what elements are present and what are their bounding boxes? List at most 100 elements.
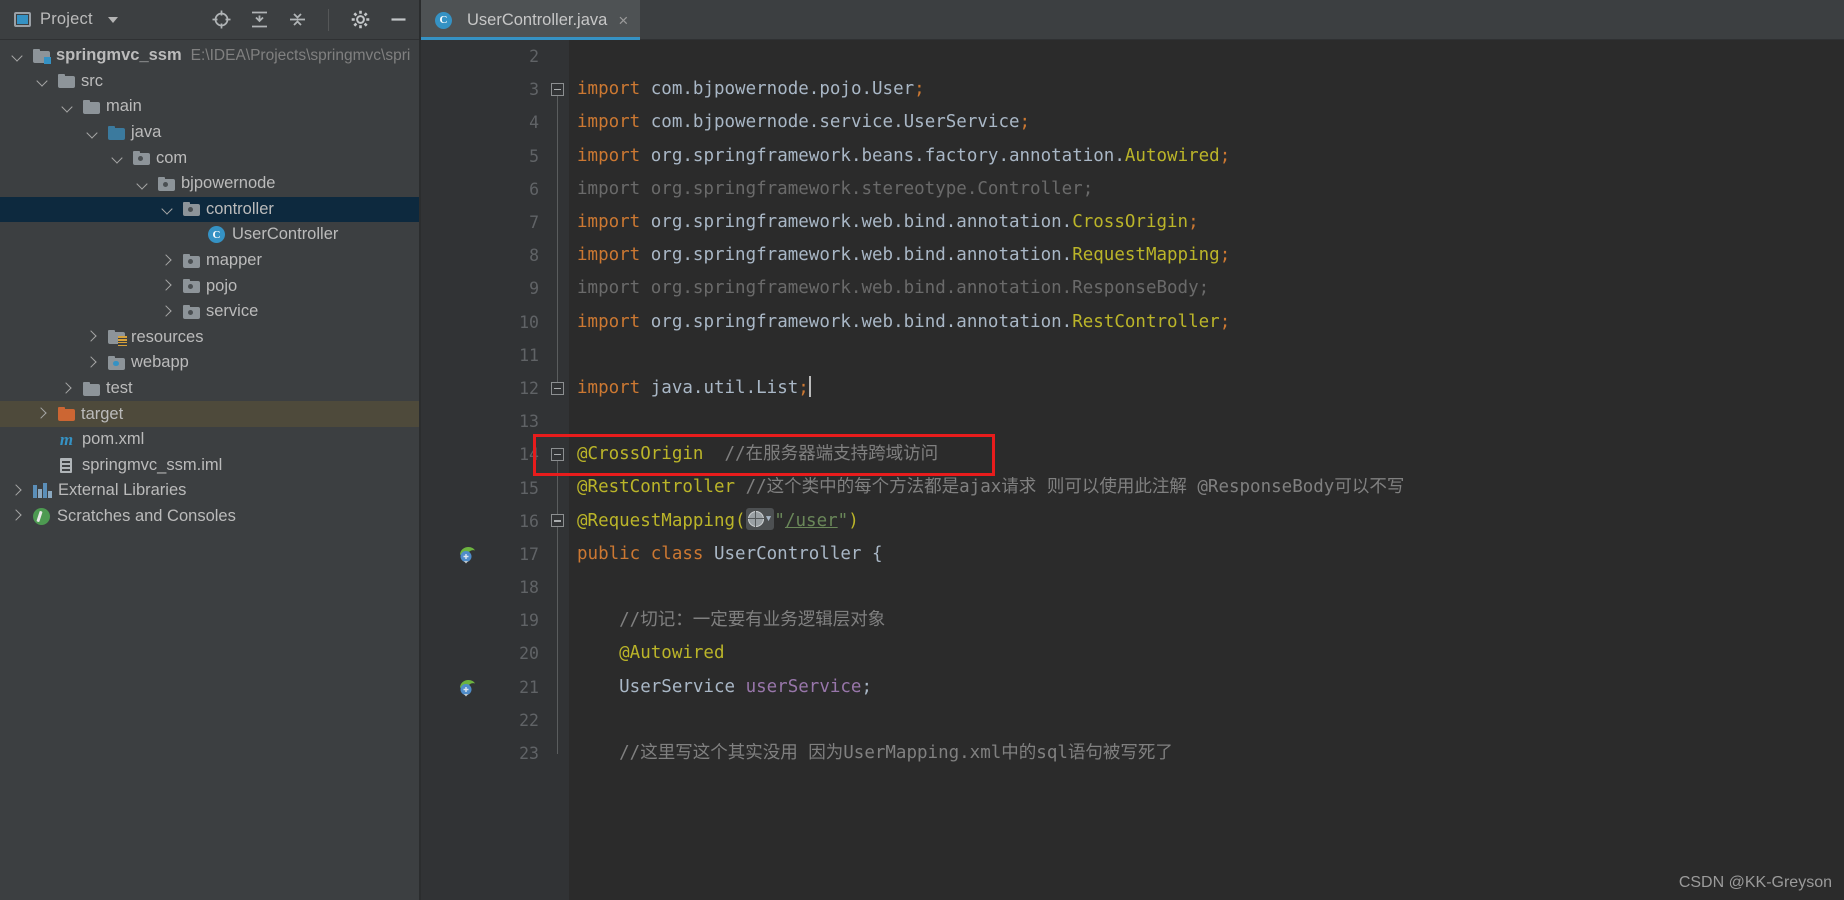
code-line[interactable]: import org.springframework.web.bind.anno… <box>577 206 1844 239</box>
tree-item-springmvc-ssm-iml[interactable]: springmvc_ssm.iml <box>0 453 419 479</box>
expand-all-icon[interactable] <box>248 9 270 31</box>
code-line[interactable]: import com.bjpowernode.service.UserServi… <box>577 106 1844 139</box>
fold-toggle-icon[interactable] <box>551 82 564 96</box>
code-line[interactable]: @Autowired <box>577 637 1844 670</box>
project-file-tree[interactable]: springmvc_ssm E:\IDEA\Projects\springmvc\… <box>0 40 419 900</box>
tree-item-pom-xml[interactable]: m pom.xml <box>0 427 419 453</box>
spring-bean-icon[interactable] <box>457 544 478 565</box>
gear-icon[interactable] <box>349 9 371 31</box>
tree-item-com[interactable]: com <box>0 145 419 171</box>
code-line[interactable]: import org.springframework.web.bind.anno… <box>577 239 1844 272</box>
chevron-down-icon[interactable] <box>110 150 126 166</box>
chevron-right-icon[interactable] <box>35 406 51 422</box>
editor-tab-usercontroller[interactable]: C UserController.java × <box>421 0 641 40</box>
gutter-line[interactable]: 7 <box>421 206 547 239</box>
chevron-down-icon[interactable] <box>85 125 101 141</box>
chevron-down-icon[interactable]: ▾ <box>765 508 773 530</box>
request-mapping-gutter-widget[interactable]: ▾ <box>745 507 775 530</box>
code-line[interactable]: @RestController //这个类中的每个方法都是ajax请求 则可以使… <box>577 471 1844 504</box>
tree-item-pojo[interactable]: pojo <box>0 273 419 299</box>
editor-gutter[interactable]: 2 3 4 5 6 7 8 9 10 11 12 13 14 15 16 17 18 19 20 21 22 23 <box>421 40 547 900</box>
gutter-line[interactable]: 17 <box>421 538 547 571</box>
gutter-line[interactable]: 18 <box>421 571 547 604</box>
chevron-down-icon[interactable] <box>107 16 118 23</box>
code-line[interactable]: //切记：一定要有业务逻辑层对象 <box>577 604 1844 637</box>
chevron-right-icon[interactable] <box>85 355 101 371</box>
gutter-line[interactable]: 15 <box>421 471 547 504</box>
chevron-down-icon[interactable] <box>60 99 76 115</box>
gutter-line[interactable]: 2 <box>421 40 547 73</box>
gutter-line[interactable]: 9 <box>421 272 547 305</box>
code-editor[interactable]: 2 3 4 5 6 7 8 9 10 11 12 13 14 15 16 17 18 19 20 21 22 23 imp… <box>421 40 1844 900</box>
gutter-line[interactable]: 5 <box>421 140 547 173</box>
code-line[interactable]: public class UserController { <box>577 538 1844 571</box>
tree-item-external-libraries[interactable]: External Libraries <box>0 478 419 504</box>
code-line[interactable]: //这里写这个其实没用 因为UserMapping.xml中的sql语句被写死了 <box>577 737 1844 770</box>
chevron-down-icon[interactable] <box>10 48 26 64</box>
gutter-line[interactable]: 3 <box>421 73 547 106</box>
chevron-right-icon[interactable] <box>160 278 176 294</box>
gutter-line[interactable]: 14 <box>421 438 547 471</box>
fold-toggle-icon[interactable] <box>551 448 564 461</box>
chevron-right-icon[interactable] <box>85 329 101 345</box>
tree-item-resources[interactable]: resources <box>0 325 419 351</box>
code-line[interactable] <box>577 405 1844 438</box>
gutter-line[interactable]: 10 <box>421 306 547 339</box>
code-line[interactable] <box>577 40 1844 73</box>
tree-item-src[interactable]: src <box>0 69 419 95</box>
collapse-all-icon[interactable] <box>286 9 308 31</box>
tree-item-test[interactable]: test <box>0 376 419 402</box>
tree-item-springmvc-ssm[interactable]: springmvc_ssm E:\IDEA\Projects\springmvc\… <box>0 43 419 69</box>
gutter-line[interactable]: 20 <box>421 637 547 670</box>
spring-bean-icon[interactable] <box>457 677 478 698</box>
tree-item-bjpowernode[interactable]: bjpowernode <box>0 171 419 197</box>
gutter-line[interactable]: 13 <box>421 405 547 438</box>
tree-item-controller[interactable]: controller <box>0 196 419 223</box>
close-icon[interactable]: × <box>615 12 628 29</box>
gutter-line[interactable]: 23 <box>421 737 547 770</box>
code-folding-column[interactable] <box>547 40 569 900</box>
chevron-right-icon[interactable] <box>160 304 176 320</box>
fold-toggle-icon[interactable] <box>551 514 564 528</box>
gutter-line[interactable]: 22 <box>421 704 547 737</box>
code-line[interactable]: import com.bjpowernode.pojo.User; <box>577 73 1844 106</box>
chevron-down-icon[interactable] <box>35 73 51 89</box>
code-line[interactable]: @CrossOrigin //在服务器端支持跨域访问 <box>577 438 1844 471</box>
code-line[interactable]: import org.springframework.beans.factory… <box>577 140 1844 173</box>
code-line[interactable]: import org.springframework.web.bind.anno… <box>577 306 1844 339</box>
project-title-group[interactable]: Project <box>14 10 118 29</box>
chevron-right-icon[interactable] <box>60 381 76 397</box>
tree-item-mapper[interactable]: mapper <box>0 248 419 274</box>
gutter-line[interactable]: 19 <box>421 604 547 637</box>
tree-item-main[interactable]: main <box>0 94 419 120</box>
tree-item-target[interactable]: target <box>0 401 419 427</box>
code-line[interactable] <box>577 704 1844 737</box>
gutter-line[interactable]: 6 <box>421 173 547 206</box>
code-line[interactable]: import org.springframework.stereotype.Co… <box>577 173 1844 206</box>
code-line[interactable]: import org.springframework.web.bind.anno… <box>577 272 1844 305</box>
fold-toggle-icon[interactable] <box>551 381 564 395</box>
chevron-right-icon[interactable] <box>10 508 26 524</box>
gutter-line[interactable]: 4 <box>421 106 547 139</box>
gutter-line[interactable]: 8 <box>421 239 547 272</box>
chevron-right-icon[interactable] <box>10 483 26 499</box>
locate-icon[interactable] <box>210 9 232 31</box>
gutter-line[interactable]: 21 <box>421 671 547 704</box>
tree-item-usercontroller[interactable]: C UserController <box>0 222 419 248</box>
tree-item-scratches-and-consoles[interactable]: Scratches and Consoles <box>0 504 419 530</box>
gutter-line[interactable]: 12 <box>421 372 547 405</box>
minimize-icon[interactable] <box>387 9 409 31</box>
code-content[interactable]: import com.bjpowernode.pojo.User; import … <box>569 40 1844 900</box>
gutter-line[interactable]: 11 <box>421 339 547 372</box>
chevron-right-icon[interactable] <box>160 253 176 269</box>
tree-item-webapp[interactable]: webapp <box>0 350 419 376</box>
tree-item-service[interactable]: service <box>0 299 419 325</box>
gutter-line[interactable]: 16 <box>421 505 547 538</box>
tree-item-java[interactable]: java <box>0 120 419 146</box>
code-line[interactable]: import java.util.List; <box>577 372 1844 405</box>
code-line[interactable] <box>577 339 1844 372</box>
code-line[interactable]: @RequestMapping(▾ "/user") <box>577 505 1844 538</box>
chevron-down-icon[interactable] <box>160 201 176 217</box>
chevron-down-icon[interactable] <box>135 176 151 192</box>
code-line[interactable] <box>577 571 1844 604</box>
